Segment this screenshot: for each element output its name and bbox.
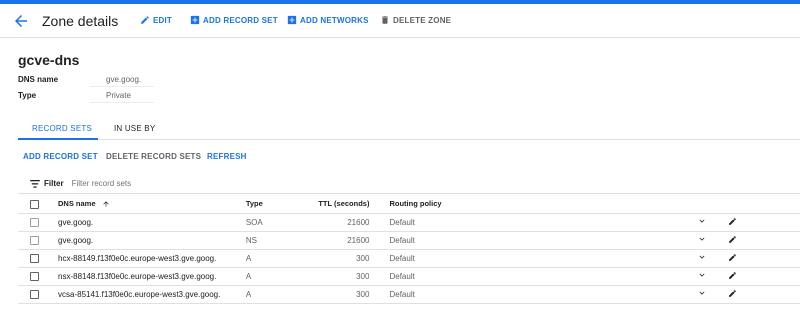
pencil-icon[interactable] xyxy=(728,289,737,298)
delete-record-sets-button[interactable]: DELETE RECORD SETS xyxy=(106,152,201,161)
page-title: Zone details xyxy=(42,13,119,29)
pencil-icon xyxy=(141,16,149,24)
add-record-set-header-label: ADD RECORD SET xyxy=(203,15,278,25)
plus-box-icon xyxy=(287,15,297,25)
row-dns-name: nsx-88148.f13f0e0c.europe-west3.gve.goog… xyxy=(58,267,246,286)
table-header-row: DNS name Type TTL (seconds) Routing poli… xyxy=(18,195,800,214)
row-checkbox[interactable] xyxy=(30,271,39,281)
row-dns-name: vcsa-85141.f13f0e0c.europe-west3.gve.goo… xyxy=(58,285,246,304)
table-row: gve.goog. SOA 21600 Default xyxy=(18,213,800,232)
record-sets-table: DNS name Type TTL (seconds) Routing poli… xyxy=(18,195,800,304)
row-routing-policy: Default xyxy=(389,231,698,250)
sort-arrow-up-icon xyxy=(102,201,109,207)
row-type: NS xyxy=(245,231,318,250)
type-key: Type xyxy=(18,91,37,100)
trash-icon xyxy=(382,16,388,24)
table-row: nsx-88148.f13f0e0c.europe-west3.gve.goog… xyxy=(18,267,800,286)
column-header-type: Type xyxy=(245,195,318,214)
chevron-down-icon[interactable] xyxy=(697,270,707,280)
row-type: A xyxy=(245,267,318,286)
row-type: SOA xyxy=(245,213,318,232)
row-type: A xyxy=(245,285,318,304)
row-routing-policy: Default xyxy=(389,285,698,304)
table-row: vcsa-85141.f13f0e0c.europe-west3.gve.goo… xyxy=(18,285,800,304)
table-row: hcx-88149.f13f0e0c.europe-west3.gve.goog… xyxy=(18,249,800,268)
add-record-set-header-button[interactable]: ADD RECORD SET xyxy=(190,15,278,25)
refresh-button[interactable]: REFRESH xyxy=(207,152,247,161)
filter-bar: Filter xyxy=(18,174,800,194)
dns-name-field: DNS name gve.goog. xyxy=(18,75,154,87)
row-dns-name: gve.goog. xyxy=(58,231,246,250)
row-routing-policy: Default xyxy=(389,267,698,286)
row-checkbox[interactable] xyxy=(30,217,39,227)
row-checkbox[interactable] xyxy=(30,253,39,263)
row-type: A xyxy=(245,249,318,268)
chevron-down-icon[interactable] xyxy=(697,234,707,244)
zone-name-heading: gcve-dns xyxy=(18,52,80,68)
delete-zone-button[interactable]: DELETE ZONE xyxy=(380,15,451,25)
filter-label: Filter xyxy=(44,179,64,188)
type-field: Type Private xyxy=(18,91,154,103)
tab-record-sets[interactable]: RECORD SETS xyxy=(32,124,92,133)
column-header-ttl: TTL (seconds) xyxy=(317,195,390,214)
tab-in-use-by[interactable]: IN USE BY xyxy=(114,124,155,133)
column-header-routing-policy: Routing policy xyxy=(389,195,698,214)
tab-bar: RECORD SETS IN USE BY xyxy=(18,118,800,140)
plus-box-icon xyxy=(190,15,200,25)
add-networks-label: ADD NETWORKS xyxy=(300,15,369,25)
row-ttl: 300 xyxy=(317,267,390,286)
table-row: gve.goog. NS 21600 Default xyxy=(18,231,800,250)
row-ttl: 21600 xyxy=(317,213,390,232)
row-dns-name: gve.goog. xyxy=(58,213,246,232)
row-routing-policy: Default xyxy=(389,249,698,268)
pencil-icon[interactable] xyxy=(728,271,737,280)
row-checkbox[interactable] xyxy=(30,235,39,245)
dns-name-value: gve.goog. xyxy=(90,75,154,87)
edit-button-label: EDIT xyxy=(153,15,173,25)
column-header-dns-name[interactable]: DNS name xyxy=(58,195,246,214)
page-header: Zone details EDIT ADD RECORD SET ADD NET… xyxy=(0,4,800,38)
edit-button[interactable]: EDIT xyxy=(140,15,172,25)
pencil-icon[interactable] xyxy=(728,217,737,226)
chevron-down-icon[interactable] xyxy=(697,252,707,262)
pencil-icon[interactable] xyxy=(728,235,737,244)
chevron-down-icon[interactable] xyxy=(697,288,707,298)
chevron-down-icon[interactable] xyxy=(697,216,707,226)
row-ttl: 300 xyxy=(317,285,390,304)
row-ttl: 300 xyxy=(317,249,390,268)
add-record-set-button[interactable]: ADD RECORD SET xyxy=(23,152,98,161)
row-checkbox[interactable] xyxy=(30,289,39,299)
delete-zone-label: DELETE ZONE xyxy=(393,15,452,25)
column-header-dns-name-label: DNS name xyxy=(58,199,96,209)
select-all-checkbox[interactable] xyxy=(30,199,39,209)
type-value: Private xyxy=(90,91,154,103)
row-routing-policy: Default xyxy=(389,213,698,232)
pencil-icon[interactable] xyxy=(728,253,737,262)
row-ttl: 21600 xyxy=(317,231,390,250)
add-networks-button[interactable]: ADD NETWORKS xyxy=(287,15,369,25)
row-dns-name: hcx-88149.f13f0e0c.europe-west3.gve.goog… xyxy=(58,249,246,268)
filter-icon[interactable] xyxy=(30,179,40,188)
active-tab-indicator xyxy=(18,138,98,140)
filter-input[interactable] xyxy=(71,179,272,188)
back-arrow-icon[interactable] xyxy=(12,12,30,30)
dns-name-key: DNS name xyxy=(18,75,59,84)
